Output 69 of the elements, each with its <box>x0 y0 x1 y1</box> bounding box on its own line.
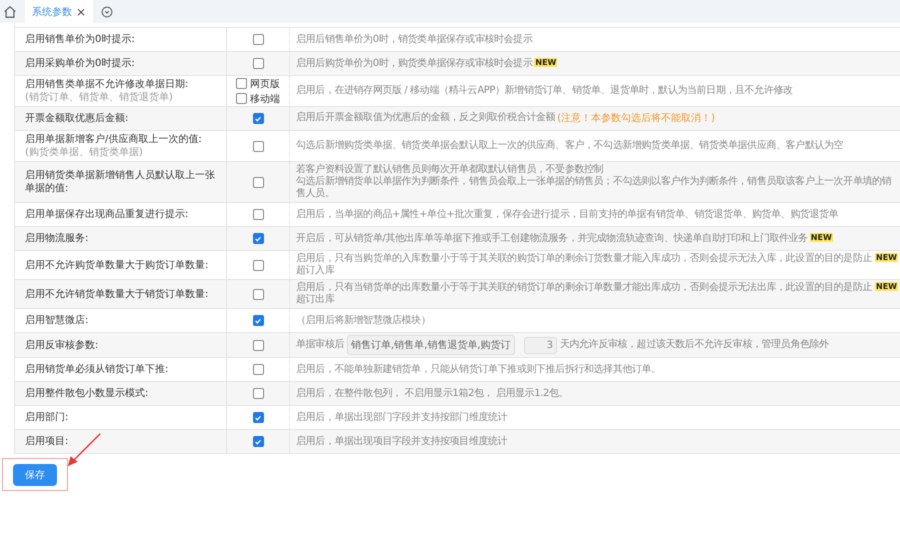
checkbox[interactable] <box>252 58 264 69</box>
setting-description: 若客户资料设置了默认销售员则每次开单都取默认销售员，不受参数控制 <box>296 164 604 176</box>
setting-label: 启用采购单价为0时提示: <box>25 57 136 70</box>
setting-label: 开票金额取优惠后金额: <box>25 112 130 125</box>
document-type-field[interactable]: 销售订单,销售单,销售退货单,购货订 <box>347 335 515 355</box>
setting-label: 启用智慧微店: <box>25 314 90 327</box>
checkbox[interactable] <box>252 113 264 124</box>
setting-description: 启用后，当单据的商品+属性+单位+批次重复，保存会进行提示，目前支持的单据有销货单、销货退货单、购货单、购货退货单 <box>296 208 838 220</box>
setting-label: 启用物流服务: <box>25 232 90 245</box>
setting-label: 启用项目: <box>25 435 70 448</box>
checkbox[interactable] <box>252 340 264 350</box>
checkbox[interactable] <box>252 388 264 399</box>
setting-label: 启用反审核参数: <box>25 338 100 352</box>
setting-description: 启用后，只有当购货单的入库数量小于等于其关联的购货订单的剩余订货数量才能入库成功，否则会提示无法入库，此设置的目的是防止超订入库 <box>296 253 874 277</box>
save-button[interactable]: 保存 <box>13 464 57 486</box>
checkbox[interactable] <box>252 412 264 423</box>
tab-label[interactable]: 系统参数 <box>32 4 72 18</box>
checkbox[interactable] <box>252 315 264 326</box>
setting-label: 启用整件散包小数显示模式: <box>25 387 150 400</box>
checkbox[interactable] <box>252 364 264 375</box>
setting-description: 单据审核后 <box>296 339 344 351</box>
checkbox[interactable] <box>236 93 247 104</box>
setting-description: （启用后将新增智慧微店模块） <box>296 314 430 326</box>
close-icon[interactable]: × <box>76 4 86 18</box>
setting-description: 启用后，不能单独新建销货单，只能从销货订单下推或则下推后拆行和选择其他订单。 <box>296 364 661 376</box>
setting-sublabel: (购货类单据、销货类单据) <box>25 146 144 159</box>
setting-description: 启用后购货单价为0时，购货类单据保存或审核时会提示 <box>296 58 532 70</box>
setting-sublabel: (销货订单、销货单、销货退货单) <box>25 91 174 104</box>
warning-note: (注意！本参数勾选后将不能取消！) <box>557 112 716 125</box>
new-badge: NEW <box>875 282 898 291</box>
checkbox[interactable] <box>252 209 264 220</box>
setting-label: 启用销售单价为0时提示: <box>25 33 136 46</box>
setting-description: 启用后，单据出现部门字段并支持按部门维度统计 <box>296 412 508 424</box>
checkbox[interactable] <box>252 233 264 244</box>
checkbox-label: 网页版 <box>250 78 280 90</box>
setting-description: 启用后，单据出现项目字段并支持按项目维度统计 <box>296 436 508 448</box>
setting-label: 启用单据新增客户/供应商取上一次的值: <box>25 133 203 146</box>
setting-description: 启用后，在进销存网页版 / 移动端（精斗云APP）新增销货订单、销货单、退货单时，默认为当前日期，且不允许修改 <box>296 85 793 97</box>
chevron-circle-icon[interactable] <box>101 6 114 18</box>
checkbox[interactable] <box>252 288 264 300</box>
checkbox[interactable] <box>252 176 264 188</box>
home-icon[interactable] <box>3 4 17 18</box>
checkbox[interactable] <box>252 140 264 152</box>
setting-description: 天内允许反审核，超过该天数后不允许反审核，管理员角色除外 <box>560 339 829 351</box>
setting-label: 启用单据保存出现商品重复进行提示: <box>25 208 190 221</box>
checkbox[interactable] <box>252 260 264 270</box>
checkbox[interactable] <box>252 34 264 45</box>
setting-label: 启用销货类单据新增销售人员默认取上一张单据的值: <box>25 169 216 195</box>
setting-label: 启用不允许销货单数量大于销货订单数量: <box>25 288 210 300</box>
checkbox[interactable] <box>252 436 264 447</box>
annotation-arrow <box>66 432 102 468</box>
new-badge: NEW <box>810 232 833 242</box>
setting-description: 勾选后新增购货类单据、销货类单据会默认取上一次的供应商、客户，不勾选新增购货类单据、销货类单据供应商、客户默认为空 <box>296 140 844 152</box>
setting-description: 启用后开票金额取值为优惠后的金额，反之则取价税合计金额 <box>296 112 556 124</box>
setting-description: 开启后，可从销货单/其他出库单等单据下推或手工创建物流服务，并完成物流轨迹查询、快递单自助打印和上门取件业务 <box>296 232 808 244</box>
setting-description: 启用后，在整件散包列， 不启用显示1箱2包， 启用显示1.2包。 <box>296 388 568 400</box>
checkbox-label: 移动端 <box>250 92 280 106</box>
setting-description: 启用后销售单价为0时，销货类单据保存或审核时会提示 <box>296 34 532 46</box>
new-badge: NEW <box>534 58 558 66</box>
new-badge: NEW <box>875 253 898 262</box>
checkbox[interactable] <box>236 78 247 89</box>
days-field[interactable]: 3 <box>524 336 557 354</box>
tab[interactable]: 系统参数 × <box>25 0 94 23</box>
setting-label: 启用不允许购货单数量大于购货订单数量: <box>25 258 210 272</box>
setting-label: 启用部门: <box>25 411 70 424</box>
setting-label: 启用销售类单据不允许修改单据日期: <box>25 78 190 91</box>
setting-description: 勾选后新增销货单以单据作为判断条件，销售员会取上一张单据的销售员；不勾选则以客户作为判断条件，销售员取该客户上一次开单填的销售人员。 <box>296 176 892 200</box>
setting-label: 启用销货单必须从销货订单下推: <box>25 363 170 376</box>
setting-description: 启用后，只有当销货单的出库数量小于等于其关联的销货订单的剩余订单数量才能出库成功，否则会提示无法出库，此设置的目的是防止超订出库 <box>296 282 874 306</box>
